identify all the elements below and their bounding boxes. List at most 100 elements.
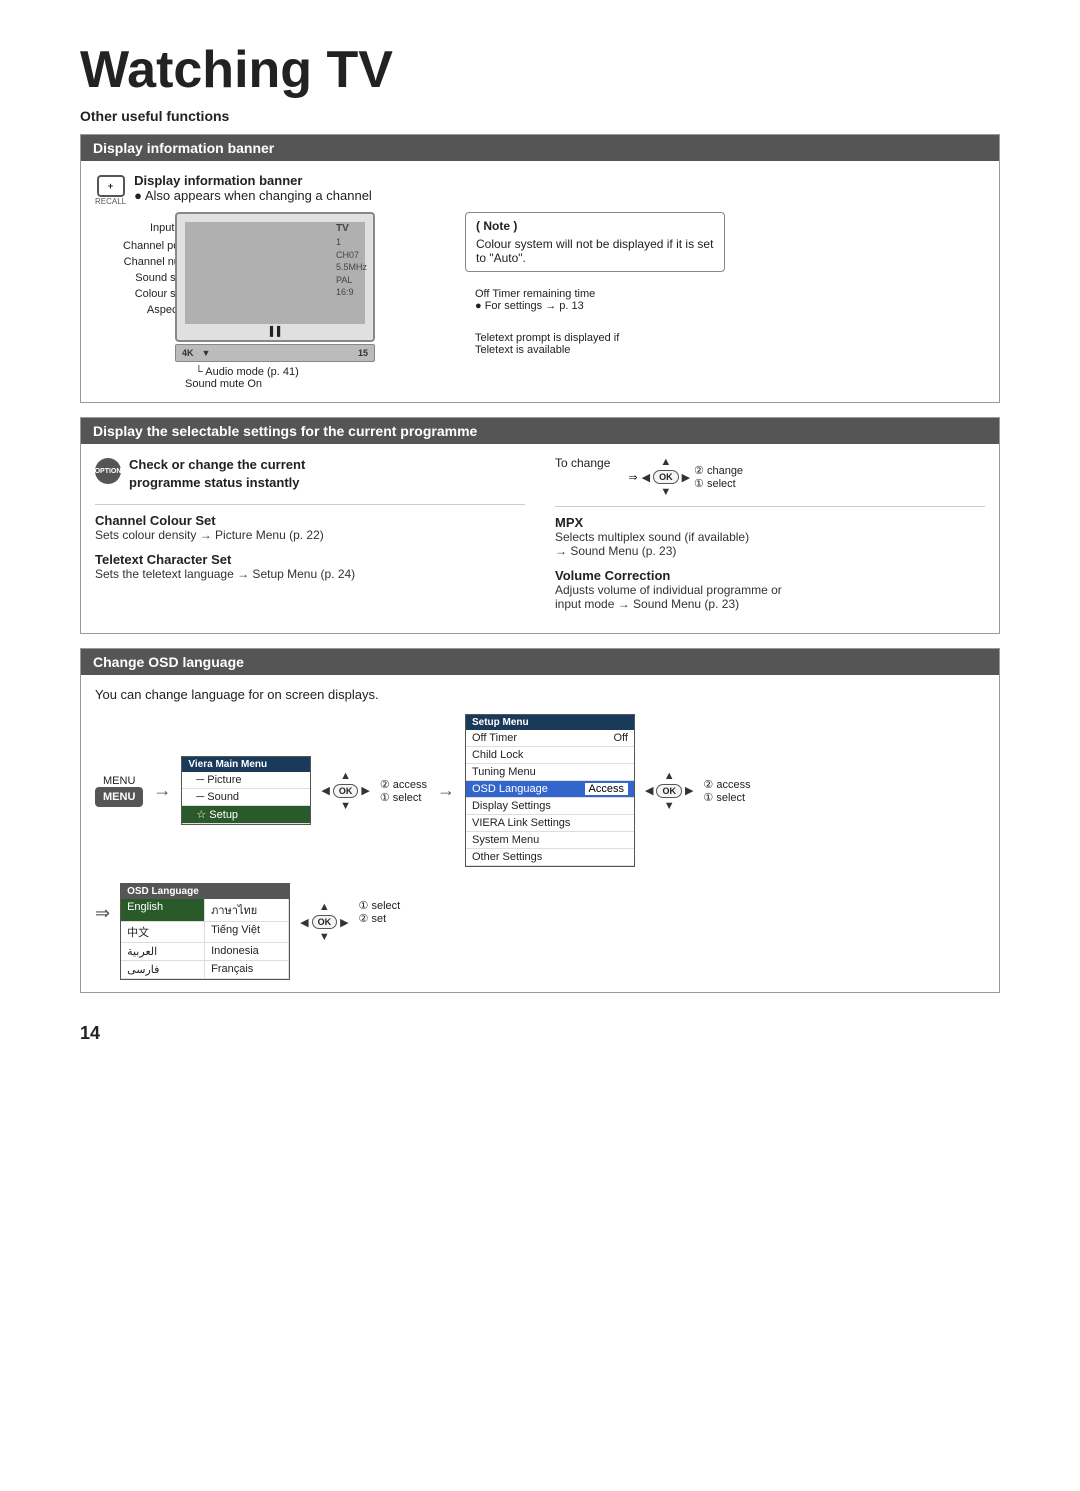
off-timer-info: Off Timer remaining time ● For settings … — [475, 288, 985, 312]
step1-ok-button[interactable]: OK — [333, 784, 359, 798]
subtitle: Other useful functions — [80, 108, 1000, 124]
ok-button[interactable]: OK — [653, 470, 679, 484]
step2-nav-cluster: ▲ ◀ OK ▶ ▼ — [645, 770, 693, 812]
selectable-settings-content: OPTION Check or change the current progr… — [81, 444, 999, 633]
step3-ok-button[interactable]: OK — [312, 915, 338, 929]
step2-select-label: ① select — [703, 791, 750, 804]
for-settings-label: ● For settings → p. 13 — [475, 300, 985, 312]
volume-correction-item: Volume Correction Adjusts volume of indi… — [555, 568, 985, 611]
page-title: Watching TV — [80, 40, 1000, 100]
setup-item-tuning: Tuning Menu — [466, 764, 634, 781]
setup-menu-title: Setup Menu — [466, 715, 634, 730]
note-title: ( Note ) — [476, 219, 714, 233]
setup-menu: Setup Menu Off TimerOff Child Lock Tunin… — [465, 714, 635, 867]
step3-center-row: ◀ OK ▶ — [300, 915, 348, 929]
sound-mute-label: Sound mute On — [185, 378, 435, 390]
osd-language-content: You can change language for on screen di… — [81, 675, 999, 992]
step2-labels: ② access ① select — [703, 778, 750, 804]
step1-left-arrow: ◀ — [321, 784, 329, 797]
change-select-labels: ② change ① select — [694, 464, 743, 490]
select-label: ① select — [694, 477, 743, 490]
lang-farsi[interactable]: فارسی — [121, 961, 205, 979]
setup-item-off-timer: Off TimerOff — [466, 730, 634, 747]
channel-colour-set: Channel Colour Set Sets colour density →… — [95, 513, 525, 542]
lang-french[interactable]: Français — [205, 961, 289, 979]
lang-chinese[interactable]: 中文 — [121, 922, 205, 943]
selectable-settings-header: Display the selectable settings for the … — [81, 418, 999, 444]
teletext-char-desc: Sets the teletext language → Setup Menu … — [95, 567, 525, 581]
teletext-char-title: Teletext Character Set — [95, 552, 525, 567]
menu-label-area: MENU MENU — [95, 775, 143, 807]
setup-menu-box: Setup Menu Off TimerOff Child Lock Tunin… — [465, 714, 635, 867]
step2-up-arrow: ▲ — [664, 770, 675, 782]
step2-access-label: ② access — [703, 778, 750, 791]
lang-thai[interactable]: ภาษาไทย — [205, 899, 289, 922]
setup-item-display: Display Settings — [466, 798, 634, 815]
step2-arrow: → — [437, 780, 455, 801]
teletext-available: Teletext is available — [475, 344, 985, 356]
step3-set-label: ② set — [359, 912, 401, 925]
main-menu-picture: ─ Picture — [182, 772, 310, 789]
teletext-prompt: Teletext prompt is displayed if — [475, 332, 985, 344]
step2-left-arrow: ◀ — [645, 784, 653, 797]
audio-mode-label: └ Audio mode (p. 41) — [175, 366, 435, 378]
step3-labels: ① select ② set — [359, 899, 401, 925]
step1-access-label: ② access — [380, 778, 427, 791]
banner-diagram-area: Input mode Channel position Channel numb… — [95, 212, 985, 390]
option-header: OPTION Check or change the current progr… — [95, 456, 525, 492]
menu-button[interactable]: MENU — [95, 787, 143, 807]
osd-lang-menu-box: OSD Language English ภาษาไทย 中文 Tiếng Vi… — [120, 883, 290, 980]
display-banner-section: Display information banner + RECALL Disp… — [80, 134, 1000, 403]
setup-item-system: System Menu — [466, 832, 634, 849]
teletext-char-set: Teletext Character Set Sets the teletext… — [95, 552, 525, 581]
tv-screen: TV 1 CH07 5.5MHz PAL 16:9 ▐▌ — [175, 212, 375, 342]
banner-description: Display information banner ● Also appear… — [134, 173, 372, 203]
step3-left-arrow: ◀ — [300, 916, 308, 929]
main-menu-sound: ─ Sound — [182, 789, 310, 806]
osd-language-section: Change OSD language You can change langu… — [80, 648, 1000, 993]
step1-right-arrow: ▶ — [361, 784, 369, 797]
nav-left-arrow: ◀ — [642, 471, 650, 484]
setup-item-other: Other Settings — [466, 849, 634, 866]
step2-down-arrow: ▼ — [664, 800, 675, 812]
setup-item-viera: VIERA Link Settings — [466, 815, 634, 832]
tv-bottom-icons: ▐▌ — [267, 326, 284, 336]
lang-vietnamese[interactable]: Tiếng Việt — [205, 922, 289, 943]
off-timer-label: Off Timer remaining time — [475, 288, 985, 300]
note-text: Colour system will not be displayed if i… — [476, 237, 714, 265]
to-change-box: To change ⇒ ▲ ◀ OK ▶ — [555, 456, 985, 498]
osd-language-header: Change OSD language — [81, 649, 999, 675]
settings-right-col: To change ⇒ ▲ ◀ OK ▶ — [555, 456, 985, 621]
mpx-desc: Selects multiplex sound (if available)→ … — [555, 530, 985, 558]
step1-up-arrow: ▲ — [340, 770, 351, 782]
step2-ok-button[interactable]: OK — [656, 784, 682, 798]
step1-nav-cluster: ▲ ◀ OK ▶ ▼ — [321, 770, 369, 812]
step1-arrow: → — [153, 780, 171, 801]
step3-nav-cluster: ▲ ◀ OK ▶ ▼ — [300, 901, 348, 943]
change-label: ② change — [694, 464, 743, 477]
language-grid: English ภาษาไทย 中文 Tiếng Việt العربية In… — [121, 899, 289, 979]
nav-up-arrow: ▲ — [660, 456, 671, 468]
banner-right-info: ( Note ) Colour system will not be displ… — [455, 212, 985, 390]
tv-screen-wrap: TV 1 CH07 5.5MHz PAL 16:9 ▐▌ — [175, 212, 435, 390]
to-change-label: To change — [555, 456, 610, 470]
osd-lang-menu: OSD Language English ภาษาไทย 中文 Tiếng Vi… — [120, 883, 290, 980]
lang-indonesia[interactable]: Indonesia — [205, 943, 289, 961]
arrow-right-indicator: ⇒ — [628, 471, 637, 484]
lang-english[interactable]: English — [121, 899, 205, 922]
step1-labels: ② access ① select — [380, 778, 427, 804]
main-menu-setup[interactable]: ☆ Setup — [182, 806, 310, 824]
nav-cluster: ▲ ◀ OK ▶ ▼ — [642, 456, 690, 498]
step3-nav-area: ▲ ◀ OK ▶ ▼ — [300, 901, 348, 943]
bottom-bar-ok: ▼ — [202, 348, 211, 358]
display-banner-content: + RECALL Display information banner ● Al… — [81, 161, 999, 402]
step3-down-arrow: ▼ — [319, 931, 330, 943]
lang-arabic[interactable]: العربية — [121, 943, 205, 961]
step3-arrow: ⇒ — [95, 903, 110, 924]
main-menu-box: Viera Main Menu ─ Picture ─ Sound ☆ Setu… — [181, 756, 311, 825]
tv-screen-overlay: TV 1 CH07 5.5MHz PAL 16:9 — [336, 222, 367, 299]
selectable-settings-section: Display the selectable settings for the … — [80, 417, 1000, 634]
setup-item-osd-lang[interactable]: OSD LanguageAccess — [466, 781, 634, 798]
teletext-info: Teletext prompt is displayed if Teletext… — [475, 332, 985, 356]
step2-right-arrow: ▶ — [685, 784, 693, 797]
